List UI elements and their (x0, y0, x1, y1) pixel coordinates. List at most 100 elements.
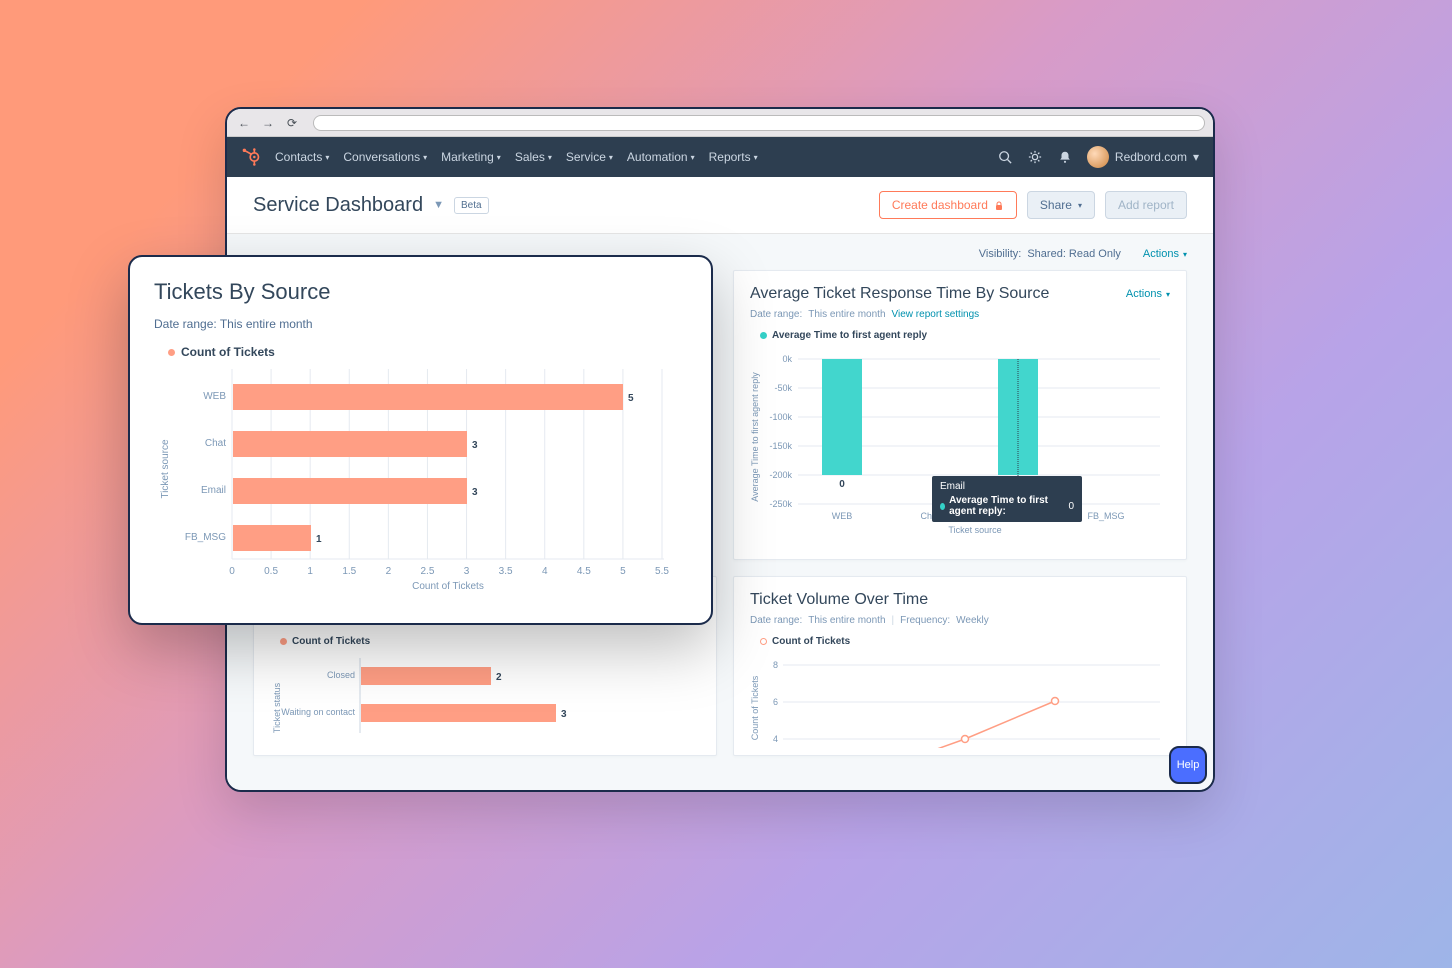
date-range-label: Date range: (750, 615, 802, 626)
svg-text:0: 0 (229, 566, 235, 577)
date-range-value: This entire month (808, 615, 885, 626)
top-nav: Contacts▾ Conversations▾ Marketing▾ Sale… (227, 137, 1213, 177)
search-icon[interactable] (997, 149, 1013, 165)
account-name: Redbord.com (1115, 150, 1187, 164)
svg-text:5: 5 (628, 393, 634, 404)
nav-service[interactable]: Service▾ (566, 150, 613, 164)
svg-text:FB_MSG: FB_MSG (185, 532, 226, 543)
card-ticket-volume: Ticket Volume Over Time Date range: This… (733, 576, 1187, 756)
svg-text:3: 3 (561, 709, 567, 720)
svg-text:6: 6 (773, 697, 778, 707)
lock-icon (994, 200, 1004, 210)
page-title: Service Dashboard (253, 194, 423, 217)
bell-icon[interactable] (1057, 149, 1073, 165)
svg-text:Closed: Closed (327, 670, 355, 680)
help-button[interactable]: Help (1169, 746, 1207, 784)
add-report-button[interactable]: Add report (1105, 191, 1187, 219)
svg-text:3: 3 (472, 487, 478, 498)
date-range-label: Date range: (154, 317, 217, 331)
gear-icon[interactable] (1027, 149, 1043, 165)
svg-text:2.5: 2.5 (421, 566, 435, 577)
forward-icon[interactable]: → (259, 114, 277, 132)
back-icon[interactable]: ← (235, 114, 253, 132)
date-range-value: This entire month (808, 309, 885, 320)
legend-dot-icon (760, 332, 767, 339)
create-dashboard-button[interactable]: Create dashboard (879, 191, 1017, 219)
legend-dot-icon (168, 349, 175, 356)
legend-label: Average Time to first agent reply (772, 330, 927, 341)
chevron-down-icon: ▾ (548, 153, 552, 162)
chevron-down-icon: ▾ (325, 153, 329, 162)
chevron-down-icon: ▾ (691, 153, 695, 162)
nav-reports[interactable]: Reports▾ (709, 150, 758, 164)
svg-text:FB_MSG: FB_MSG (1087, 511, 1124, 521)
nav-automation[interactable]: Automation▾ (627, 150, 695, 164)
tooltip-value: 0 (1068, 501, 1074, 512)
date-range-label: Date range: (750, 309, 802, 320)
svg-text:0: 0 (839, 479, 845, 490)
svg-text:Email: Email (201, 485, 226, 496)
svg-text:-200k: -200k (769, 470, 792, 480)
url-input[interactable] (313, 115, 1205, 131)
dashboard-switcher-icon[interactable]: ▼ (433, 199, 444, 211)
chevron-down-icon: ▾ (754, 153, 758, 162)
svg-text:3: 3 (464, 566, 470, 577)
svg-text:-150k: -150k (769, 441, 792, 451)
card-title: Ticket Volume Over Time (750, 591, 928, 609)
svg-text:Waiting on contact: Waiting on contact (281, 707, 355, 717)
avatar (1087, 146, 1109, 168)
share-button[interactable]: Share▾ (1027, 191, 1095, 219)
svg-text:2: 2 (496, 672, 502, 683)
chevron-down-icon: ▾ (609, 153, 613, 162)
visibility-label: Visibility: (979, 248, 1022, 260)
hubspot-logo-icon[interactable] (241, 147, 261, 167)
chevron-down-icon: ▾ (497, 153, 501, 162)
date-range-value: This entire month (220, 317, 313, 331)
view-report-settings-link[interactable]: View report settings (892, 309, 980, 320)
card-title: Average Ticket Response Time By Source (750, 285, 1049, 303)
svg-text:WEB: WEB (203, 391, 226, 402)
svg-text:WEB: WEB (832, 511, 853, 521)
chevron-down-icon: ▾ (1193, 150, 1199, 164)
legend-dot-icon (760, 638, 767, 645)
svg-text:3.5: 3.5 (499, 566, 513, 577)
chart-status: Ticket status Closed 2 Waiting on contac… (270, 653, 700, 743)
visibility-actions[interactable]: Actions▾ (1143, 248, 1187, 260)
svg-text:4: 4 (773, 734, 778, 744)
svg-text:1.5: 1.5 (342, 566, 356, 577)
legend-label: Count of Tickets (772, 636, 850, 647)
visibility-value: Shared: Read Only (1027, 248, 1121, 260)
svg-text:3: 3 (472, 440, 478, 451)
nav-conversations[interactable]: Conversations▾ (343, 150, 427, 164)
svg-text:Average Time to first agent re: Average Time to first agent reply (750, 372, 760, 502)
svg-text:Chat: Chat (205, 438, 226, 449)
svg-text:8: 8 (773, 660, 778, 670)
nav-sales[interactable]: Sales▾ (515, 150, 552, 164)
svg-text:Count of Tickets: Count of Tickets (412, 581, 484, 592)
nav-marketing[interactable]: Marketing▾ (441, 150, 501, 164)
svg-text:0.5: 0.5 (264, 566, 278, 577)
account-menu[interactable]: Redbord.com ▾ (1087, 146, 1199, 168)
svg-text:4: 4 (542, 566, 548, 577)
legend-label: Count of Tickets (181, 345, 275, 359)
svg-text:Count of Tickets: Count of Tickets (750, 675, 760, 740)
svg-text:-50k: -50k (774, 383, 792, 393)
chevron-down-icon: ▾ (423, 153, 427, 162)
svg-text:Ticket source: Ticket source (160, 439, 171, 499)
card-actions[interactable]: Actions▾ (1126, 288, 1170, 300)
svg-text:Ticket source: Ticket source (948, 525, 1001, 535)
card-title: Tickets By Source (154, 279, 687, 305)
svg-text:4.5: 4.5 (577, 566, 591, 577)
card-avg-response: Average Ticket Response Time By Source A… (733, 270, 1187, 560)
legend-dot-icon (280, 638, 287, 645)
tooltip-title: Email (940, 481, 1074, 492)
beta-badge: Beta (454, 197, 489, 214)
page-header: Service Dashboard ▼ Beta Create dashboar… (227, 177, 1213, 234)
svg-text:2: 2 (386, 566, 392, 577)
svg-text:-250k: -250k (769, 499, 792, 509)
reload-icon[interactable]: ⟳ (283, 114, 301, 132)
legend-dot-icon (940, 503, 945, 510)
frequency-label: Frequency: (900, 615, 950, 626)
nav-contacts[interactable]: Contacts▾ (275, 150, 329, 164)
chart-tooltip: Email Average Time to first agent reply:… (932, 476, 1082, 522)
